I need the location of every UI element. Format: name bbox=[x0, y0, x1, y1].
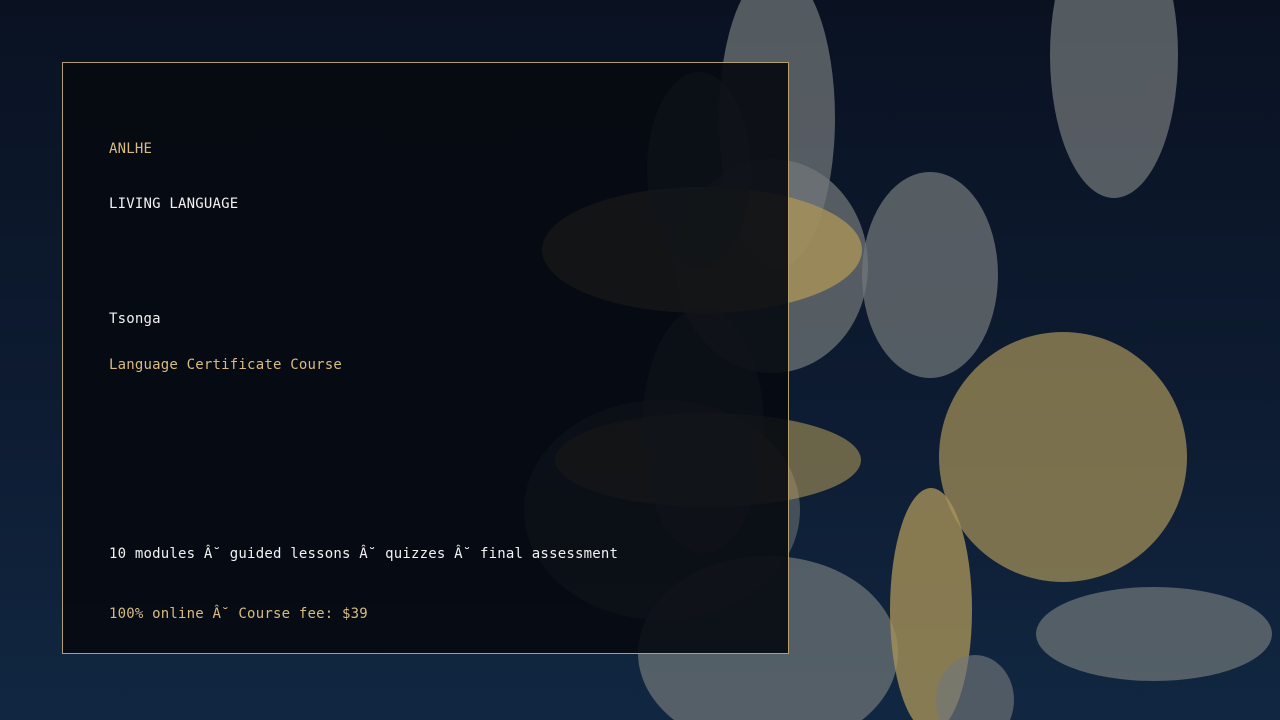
course-features: 10 modules Â˘ guided lessons Â˘ quizzes … bbox=[109, 546, 619, 562]
brand-name: ANLHE bbox=[109, 141, 153, 157]
language-name: Tsonga bbox=[109, 311, 161, 327]
bokeh-circle bbox=[1036, 587, 1272, 681]
series-title: LIVING LANGUAGE bbox=[109, 196, 239, 212]
bokeh-circle bbox=[1050, 0, 1178, 198]
course-card: ANLHE LIVING LANGUAGE Tsonga Language Ce… bbox=[62, 62, 789, 654]
course-type: Language Certificate Course bbox=[109, 357, 342, 373]
bokeh-circle bbox=[862, 172, 998, 378]
bokeh-circle bbox=[939, 332, 1187, 582]
course-pricing: 100% online Â˘ Course fee: $39 bbox=[109, 606, 368, 622]
